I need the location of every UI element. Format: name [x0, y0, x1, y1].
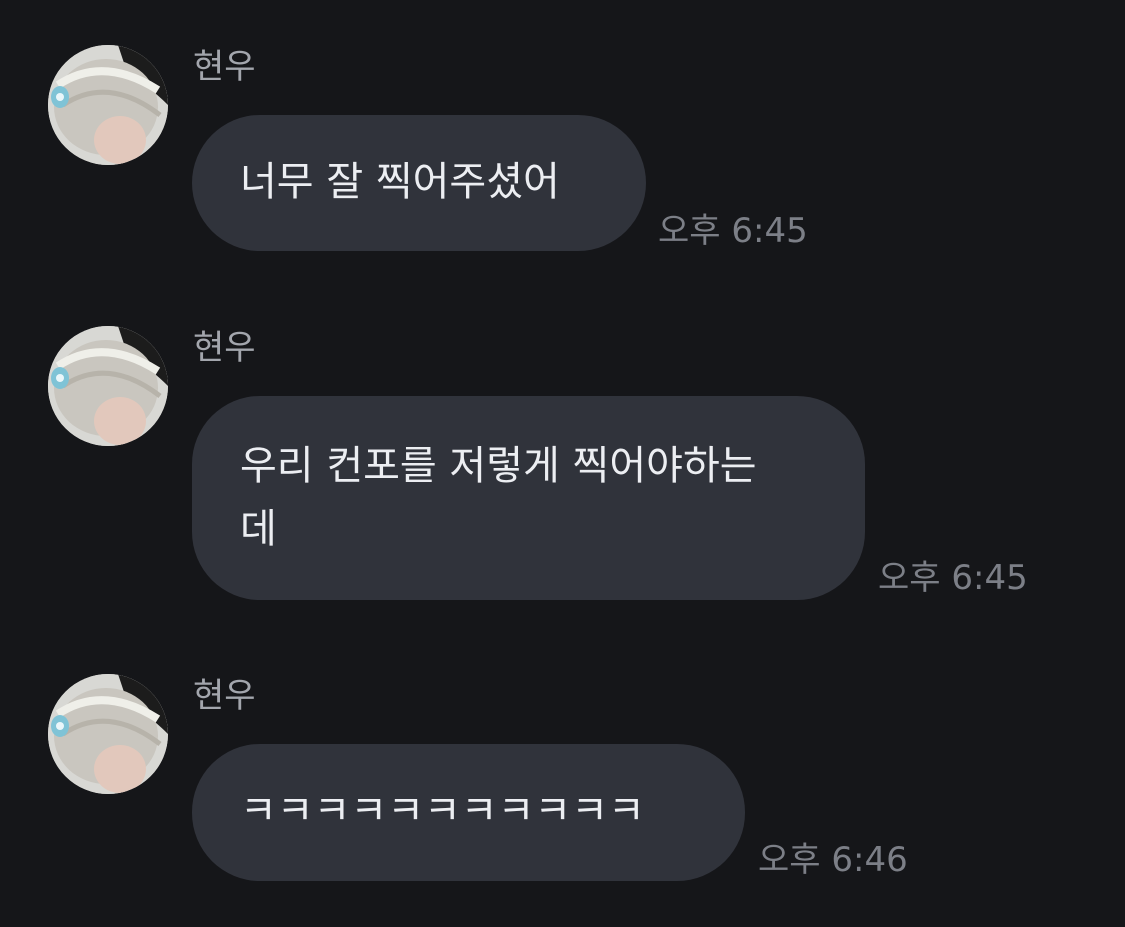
- message-timestamp: 오후 6:45: [658, 211, 808, 251]
- message-text: 너무 잘 찍어주셨어: [240, 159, 560, 205]
- message-timestamp: 오후 6:45: [878, 558, 1028, 598]
- sender-name: 현우: [193, 676, 256, 716]
- avatar[interactable]: [48, 45, 168, 165]
- sender-name: 현우: [193, 47, 256, 87]
- avatar[interactable]: [48, 326, 168, 446]
- sender-name: 현우: [193, 328, 256, 368]
- message-text: ㅋㅋㅋㅋㅋㅋㅋㅋㅋㅋㅋ: [240, 788, 645, 834]
- message-bubble[interactable]: 우리 컨포를 저렇게 찍어야하는 데: [192, 396, 865, 600]
- message-timestamp: 오후 6:46: [758, 840, 908, 880]
- avatar[interactable]: [48, 674, 168, 794]
- message-bubble[interactable]: ㅋㅋㅋㅋㅋㅋㅋㅋㅋㅋㅋ: [192, 744, 745, 881]
- message-text: 우리 컨포를 저렇게 찍어야하는 데: [240, 443, 757, 552]
- message-bubble[interactable]: 너무 잘 찍어주셨어: [192, 115, 646, 251]
